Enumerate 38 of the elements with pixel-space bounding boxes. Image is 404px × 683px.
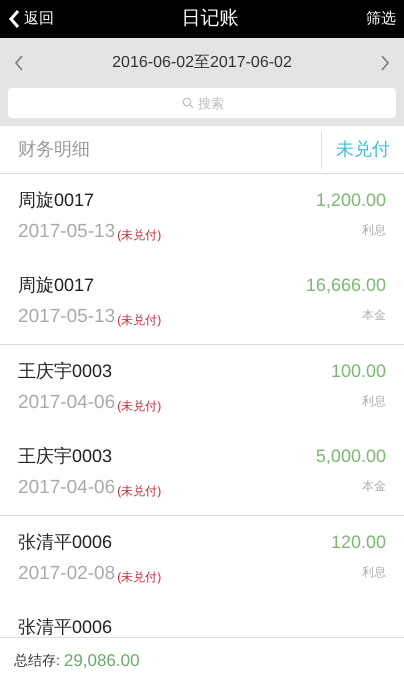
previous-icon[interactable] — [14, 55, 24, 71]
status-label: (未兑付) — [117, 398, 162, 415]
amount: 16,666.00 — [306, 274, 386, 297]
entry-type: 本金 — [362, 478, 386, 494]
entry-date: 2017-05-13 — [18, 305, 116, 329]
search-field[interactable]: 搜索 — [8, 88, 396, 118]
next-icon[interactable] — [380, 55, 390, 71]
entry-type: 利息 — [362, 393, 386, 409]
entry-date: 2017-04-06 — [18, 476, 116, 500]
back-icon — [8, 9, 20, 29]
page-title: 日记账 — [182, 6, 238, 31]
entry-type: 利息 — [362, 222, 386, 238]
entry-type: 利息 — [362, 564, 386, 580]
total-label: 总结存: — [14, 651, 60, 670]
payee-name: 张清平0006 — [18, 531, 114, 554]
entry-type: 本金 — [362, 307, 386, 323]
payee-name: 王庆宇0003 — [18, 360, 114, 383]
status-label: (未兑付) — [117, 312, 162, 329]
filter-button[interactable]: 筛选 — [366, 8, 396, 30]
entry-date: 2017-04-06 — [18, 391, 116, 415]
entry-date: 2017-02-08 — [18, 562, 116, 586]
payee-name: 王庆宇0003 — [18, 445, 114, 468]
total-amount: 29,086.00 — [64, 650, 140, 672]
payee-name: 周旋0017 — [18, 274, 96, 297]
amount: 100.00 — [330, 360, 386, 383]
date-range: 2016-06-02至2017-06-02 — [112, 53, 292, 73]
payee-name: 周旋0017 — [18, 189, 96, 212]
search-icon — [182, 97, 194, 109]
back-button[interactable]: 返回 — [8, 8, 54, 30]
status-label: (未兑付) — [117, 227, 162, 244]
payee-name: 张清平0006 — [18, 616, 112, 637]
status-label: (未兑付) — [117, 483, 162, 500]
entry-date: 2017-05-13 — [18, 220, 116, 244]
status-label: (未兑付) — [117, 569, 162, 586]
section-title: 财务明细 — [17, 138, 91, 161]
amount: 1,200.00 — [316, 189, 386, 212]
amount: 5,000.00 — [316, 445, 386, 468]
amount: 120.00 — [330, 531, 386, 554]
